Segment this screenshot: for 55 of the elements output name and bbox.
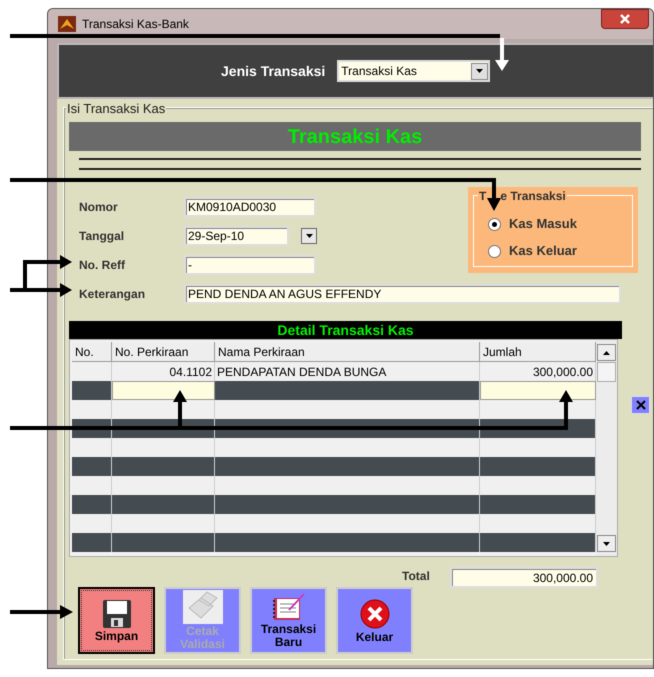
- app-logo-icon: [58, 16, 76, 32]
- detail-title: Detail Transaksi Kas: [277, 320, 414, 340]
- exit-button[interactable]: Keluar: [336, 587, 413, 654]
- radio-label: Kas Masuk: [509, 215, 577, 234]
- delete-row-button[interactable]: [631, 396, 650, 414]
- table-cell: [72, 533, 112, 552]
- scroll-down-button[interactable]: [597, 535, 616, 552]
- column-header[interactable]: No.: [72, 342, 112, 362]
- radio-button[interactable]: [488, 244, 501, 258]
- table-cell: PENDAPATAN DENDA BUNGA: [215, 362, 480, 381]
- printer-icon: [182, 590, 222, 624]
- field-label: Nomor: [79, 199, 119, 216]
- field-label: Jenis Transaksi: [221, 62, 326, 80]
- input-field[interactable]: PEND DENDA AN AGUS EFFENDY: [184, 284, 621, 304]
- annotation-arrow: [8, 255, 72, 297]
- field-label: Tanggal: [79, 228, 126, 245]
- close-circle-icon: [358, 598, 390, 630]
- scrollbar[interactable]: [596, 340, 617, 556]
- annotation-arrow: [10, 605, 73, 619]
- radio-label: Kas Keluar: [509, 242, 577, 260]
- scroll-up-button[interactable]: [597, 344, 616, 361]
- group-title: e Transaksi: [500, 188, 566, 205]
- input-field[interactable]: 29-Sep-10: [184, 226, 289, 246]
- radio-button[interactable]: [488, 218, 501, 230]
- field-label: No. Reff: [79, 257, 126, 274]
- column-header[interactable]: Jumlah: [480, 342, 596, 362]
- caret-icon: [476, 69, 484, 73]
- transaction-type-dropdown[interactable]: Transaksi Kas: [337, 60, 490, 82]
- field-label: Keterangan: [79, 286, 146, 303]
- input-field[interactable]: KM0910AD0030: [184, 197, 316, 217]
- total-label: Total: [402, 568, 430, 585]
- table-cell: [72, 381, 112, 400]
- dropdown-button[interactable]: [471, 62, 488, 80]
- table-cell: [72, 457, 112, 476]
- down-arrow-icon: [603, 542, 610, 546]
- close-icon: [636, 400, 646, 410]
- table-cell: [72, 495, 112, 514]
- notebook-icon: [270, 592, 306, 622]
- scroll-thumb[interactable]: [597, 362, 616, 382]
- column-header[interactable]: No. Perkiraan: [112, 342, 215, 362]
- new-button[interactable]: Transaksi Baru: [250, 587, 327, 654]
- close-button[interactable]: [601, 9, 649, 29]
- close-icon: [619, 14, 631, 24]
- save-button[interactable]: Simpan: [78, 587, 155, 654]
- date-picker-button[interactable]: [301, 228, 317, 244]
- column-header[interactable]: Nama Perkiraan: [215, 342, 480, 362]
- input-field[interactable]: [112, 381, 215, 400]
- caret-icon: [306, 234, 312, 238]
- header-title: Transaksi Kas: [288, 124, 422, 150]
- up-arrow-icon: [603, 350, 610, 354]
- total-field: 300,000.00: [450, 567, 598, 588]
- window-title: Transaksi Kas-Bank: [82, 16, 189, 33]
- input-field[interactable]: -: [184, 255, 316, 275]
- group-title: T: [479, 188, 486, 205]
- input-field[interactable]: [480, 381, 596, 400]
